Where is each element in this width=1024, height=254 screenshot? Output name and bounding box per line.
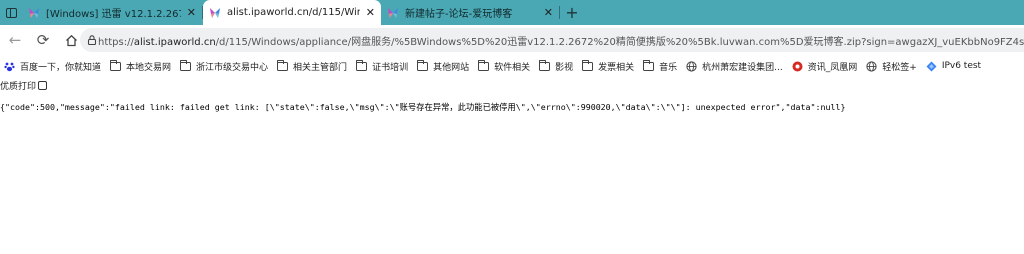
tab-title: 新建帖子-论坛-爱玩博客 bbox=[405, 9, 513, 20]
url-text: https://alist.ipaworld.cn/d/115/Windows/… bbox=[98, 36, 1024, 48]
site-info-icon[interactable] bbox=[86, 34, 98, 46]
bookmark-ipv6-test[interactable]: IPv6 test bbox=[922, 56, 986, 76]
folder-icon bbox=[581, 59, 594, 71]
bookmark-label: 证书培训 bbox=[372, 62, 409, 73]
print-option-row: 优质打印 bbox=[0, 77, 1024, 93]
tab-new-post[interactable]: 新建帖子-论坛-爱玩博客 ✕ bbox=[381, 0, 559, 25]
tab-xunlei[interactable]: [Windows] 迅雷 v12.1.2.2672 精简 ✕ bbox=[22, 0, 202, 25]
bookmark-folder-local-trade[interactable]: 本地交易网 bbox=[106, 56, 176, 76]
butterfly-icon bbox=[29, 7, 39, 18]
bookmark-label: 轻松签+ bbox=[882, 62, 917, 73]
new-tab-button[interactable]: + bbox=[560, 0, 584, 25]
bookmark-folder-other-sites[interactable]: 其他网站 bbox=[413, 56, 474, 76]
print-quality-label: 优质打印 bbox=[0, 81, 37, 92]
bookmark-hangzhou-group[interactable]: 杭州萧宏建设集团... bbox=[682, 56, 788, 76]
bookmark-label: 其他网站 bbox=[433, 62, 470, 73]
reload-icon: ⟳ bbox=[36, 31, 50, 49]
bookmark-label: 杭州萧宏建设集团... bbox=[702, 62, 783, 73]
close-tab-icon[interactable]: ✕ bbox=[360, 6, 375, 19]
bookmark-folder-invoice[interactable]: 发票相关 bbox=[578, 56, 639, 76]
tab-title: [Windows] 迅雷 v12.1.2.2672 精简 bbox=[46, 9, 181, 20]
browser-toolbar: ← ⟳ https://alist.ipaworld.cn/d/115/Wind… bbox=[0, 25, 1024, 55]
page-content: {"code":500,"message":"failed link: fail… bbox=[0, 93, 1024, 254]
butterfly-icon bbox=[210, 7, 220, 18]
bookmark-label: 音乐 bbox=[659, 62, 678, 73]
ifeng-icon bbox=[792, 61, 803, 71]
plus-icon: + bbox=[565, 3, 579, 22]
bookmark-baidu[interactable]: 百度一下，你就知道 bbox=[0, 56, 106, 76]
bookmark-folder-certificates[interactable]: 证书培训 bbox=[352, 56, 413, 76]
bookmarks-bar: 百度一下，你就知道 本地交易网 浙江市级交易中心 相关主管部门 证书培训 其他网… bbox=[0, 55, 1024, 77]
bookmark-label: 发票相关 bbox=[598, 62, 635, 73]
vertical-tabs-button[interactable] bbox=[0, 0, 22, 25]
close-tab-icon[interactable]: ✕ bbox=[538, 6, 553, 19]
reload-button[interactable]: ⟳ bbox=[30, 27, 56, 53]
folder-icon bbox=[355, 59, 368, 71]
close-tab-icon[interactable]: ✕ bbox=[181, 6, 196, 19]
print-quality-checkbox[interactable] bbox=[38, 80, 48, 90]
folder-icon bbox=[179, 59, 192, 71]
tab-title: alist.ipaworld.cn/d/115/Windows/ bbox=[227, 7, 360, 18]
globe-icon bbox=[686, 60, 697, 72]
bookmark-label: 浙江市级交易中心 bbox=[196, 62, 269, 73]
bookmark-folder-departments[interactable]: 相关主管部门 bbox=[273, 56, 352, 76]
sidebar-toggle-icon bbox=[5, 7, 17, 18]
folder-icon bbox=[416, 59, 429, 71]
folder-icon bbox=[109, 59, 122, 71]
bookmark-folder-music[interactable]: 音乐 bbox=[639, 56, 682, 76]
bookmark-label: 影视 bbox=[555, 62, 574, 73]
bookmark-label: 相关主管部门 bbox=[293, 62, 348, 73]
bookmark-label: IPv6 test bbox=[941, 61, 982, 71]
tab-alist[interactable]: alist.ipaworld.cn/d/115/Windows/ ✕ bbox=[203, 0, 381, 25]
json-response-text: {"code":500,"message":"failed link: fail… bbox=[0, 102, 846, 112]
folder-icon bbox=[276, 59, 289, 71]
address-bar[interactable]: https://alist.ipaworld.cn/d/115/Windows/… bbox=[80, 28, 1024, 52]
bookmark-label: 软件相关 bbox=[494, 62, 531, 73]
bookmark-label: 本地交易网 bbox=[126, 62, 172, 73]
globe-icon bbox=[866, 60, 877, 72]
bookmark-qingsongqian[interactable]: 轻松签+ bbox=[862, 56, 922, 76]
butterfly-icon bbox=[388, 7, 398, 18]
folder-icon bbox=[538, 59, 551, 71]
tab-strip: [Windows] 迅雷 v12.1.2.2672 精简 ✕ alist.ipa… bbox=[0, 0, 1024, 25]
baidu-paw-icon bbox=[4, 62, 15, 71]
bookmark-folder-video[interactable]: 影视 bbox=[535, 56, 578, 76]
bookmark-folder-zhejiang[interactable]: 浙江市级交易中心 bbox=[176, 56, 273, 76]
bookmark-label: 资讯_凤凰网 bbox=[807, 62, 858, 73]
home-icon bbox=[65, 34, 77, 46]
arrow-left-icon: ← bbox=[8, 31, 22, 49]
folder-icon bbox=[642, 59, 655, 71]
bookmark-folder-software[interactable]: 软件相关 bbox=[474, 56, 535, 76]
ipv6-icon bbox=[926, 61, 937, 71]
bookmark-ifeng[interactable]: 资讯_凤凰网 bbox=[788, 56, 863, 76]
folder-icon bbox=[477, 59, 490, 71]
back-button[interactable]: ← bbox=[2, 27, 28, 53]
bookmark-label: 百度一下，你就知道 bbox=[20, 62, 102, 73]
